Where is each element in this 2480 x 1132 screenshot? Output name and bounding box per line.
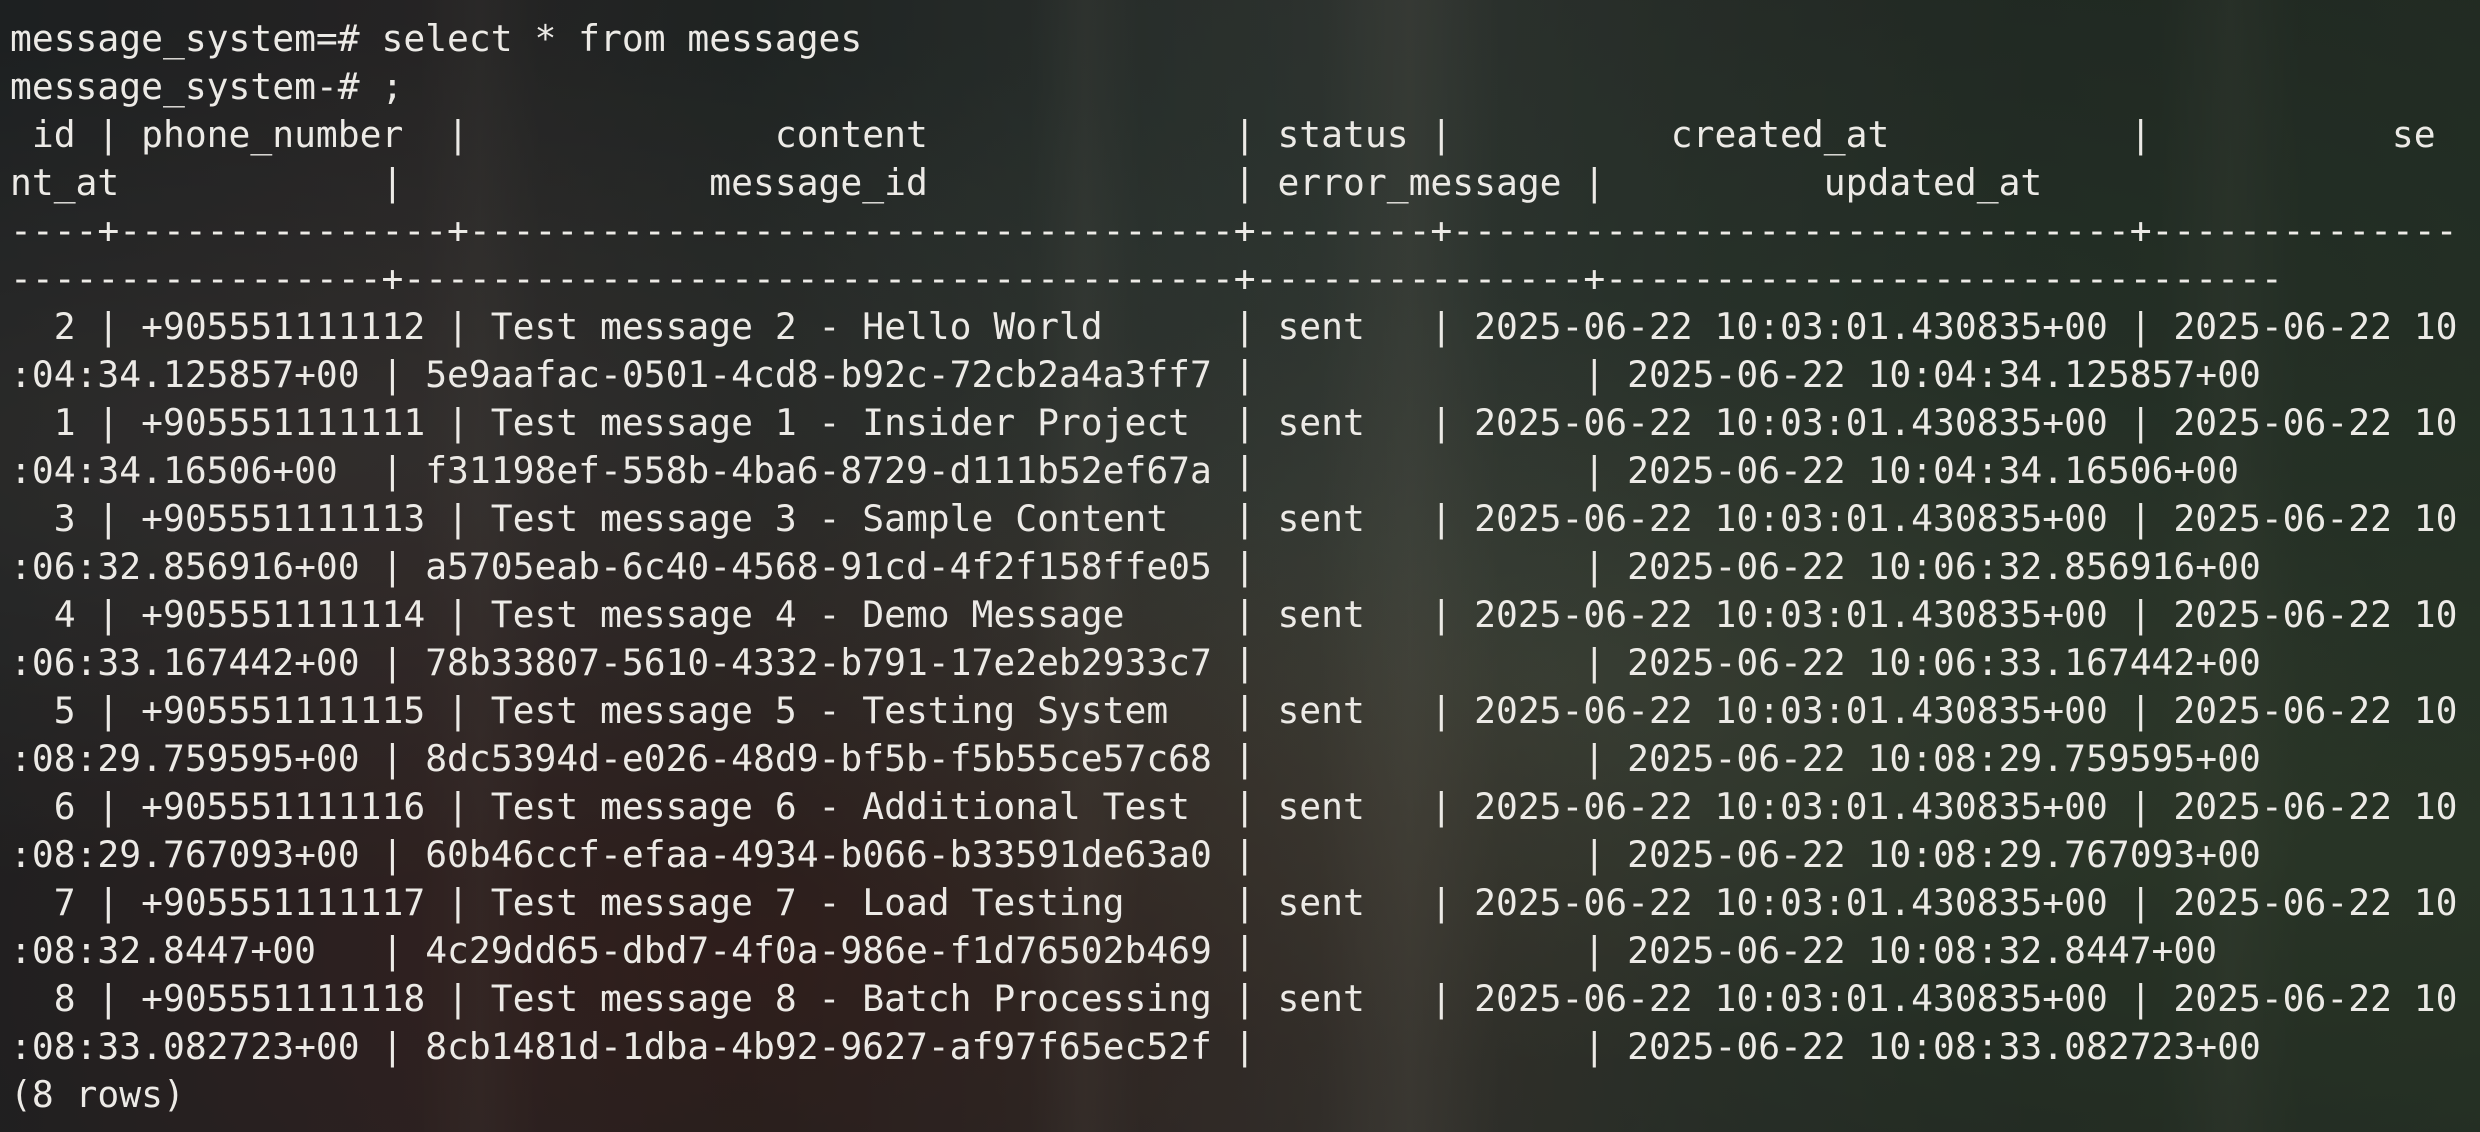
table-row-wrapped: :06:33.167442+00 | 78b33807-5610-4332-b7… <box>10 641 2261 684</box>
terminal-window[interactable]: message_system=# select * from messages m… <box>0 0 2480 1132</box>
table-row-wrapped: :04:34.125857+00 | 5e9aafac-0501-4cd8-b9… <box>10 353 2261 396</box>
table-row-wrapped: :08:33.082723+00 | 8cb1481d-1dba-4b92-96… <box>10 1025 2261 1068</box>
table-row-wrapped: :08:29.759595+00 | 8dc5394d-e026-48d9-bf… <box>10 737 2261 780</box>
table-row: 2 | +905551111112 | Test message 2 - Hel… <box>10 305 2458 348</box>
table-row: 3 | +905551111113 | Test message 3 - Sam… <box>10 497 2458 540</box>
table-row: 8 | +905551111118 | Test message 8 - Bat… <box>10 977 2458 1020</box>
table-row-wrapped: :06:32.856916+00 | a5705eab-6c40-4568-91… <box>10 545 2261 588</box>
command-line: message_system=# select * from messages <box>10 17 863 60</box>
table-header-line: id | phone_number | content | status | c… <box>10 113 2436 156</box>
table-header-line-wrapped: nt_at | message_id | error_message | upd… <box>10 161 2043 204</box>
table-row-wrapped: :08:29.767093+00 | 60b46ccf-efaa-4934-b0… <box>10 833 2261 876</box>
table-separator-line: ----+---------------+-------------------… <box>10 209 2458 252</box>
table-separator-line-wrapped: -----------------+----------------------… <box>10 257 2283 300</box>
table-row-wrapped: :04:34.16506+00 | f31198ef-558b-4ba6-872… <box>10 449 2239 492</box>
table-row: 6 | +905551111116 | Test message 6 - Add… <box>10 785 2458 828</box>
table-row: 1 | +905551111111 | Test message 1 - Ins… <box>10 401 2458 444</box>
table-row: 4 | +905551111114 | Test message 4 - Dem… <box>10 593 2458 636</box>
terminal-output[interactable]: message_system=# select * from messages m… <box>10 15 2458 1119</box>
command-continuation-line: message_system-# ; <box>10 65 404 108</box>
row-count-footer: (8 rows) <box>10 1073 185 1116</box>
table-row: 5 | +905551111115 | Test message 5 - Tes… <box>10 689 2458 732</box>
table-row: 7 | +905551111117 | Test message 7 - Loa… <box>10 881 2458 924</box>
table-row-wrapped: :08:32.8447+00 | 4c29dd65-dbd7-4f0a-986e… <box>10 929 2218 972</box>
